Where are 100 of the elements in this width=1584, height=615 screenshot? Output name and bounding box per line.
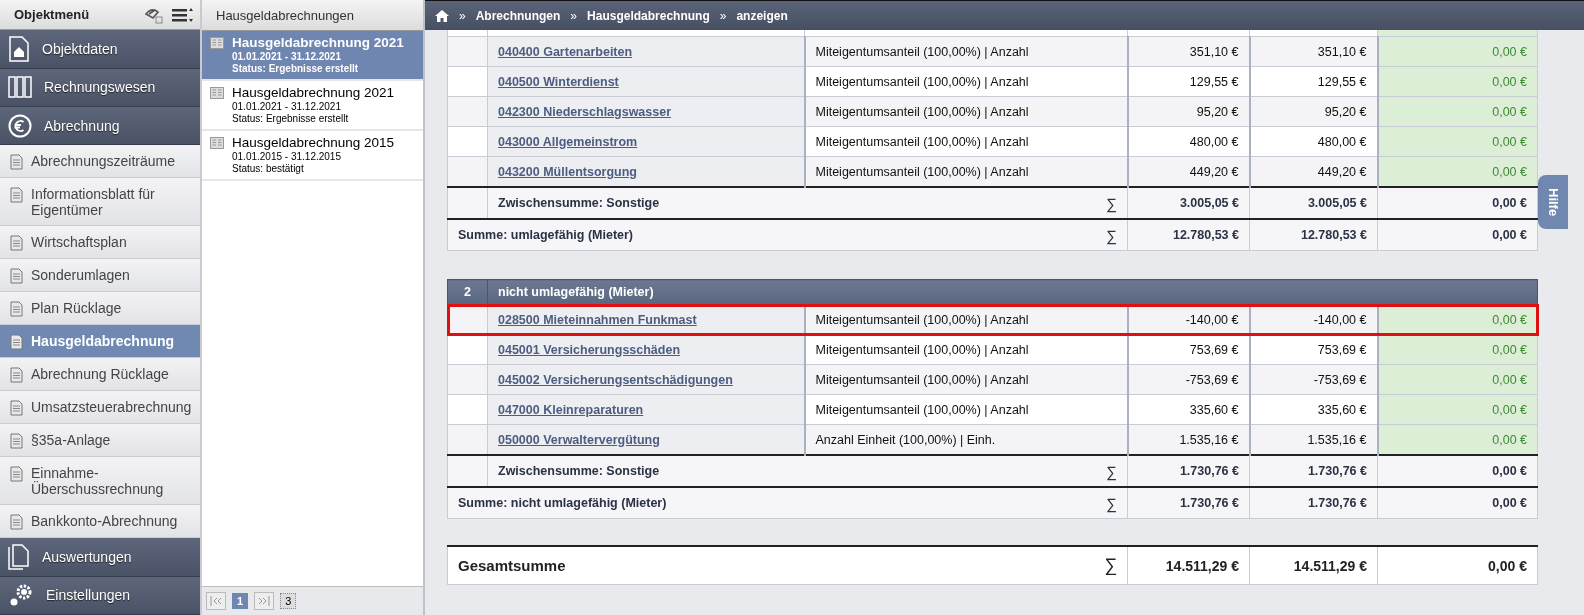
help-tab[interactable]: Hilfe xyxy=(1538,175,1568,229)
item-status: Status: Ergebnisse erstellt xyxy=(232,63,360,75)
sidebar-section[interactable]: Objektdaten xyxy=(0,30,200,69)
sum-symbol: ∑ xyxy=(1106,194,1117,212)
sidebar-item[interactable]: Abrechnung Rücklage xyxy=(0,358,200,392)
table-cell: 3.005,05 € xyxy=(1127,187,1250,219)
item-period: 01.01.2021 - 31.12.2021 xyxy=(232,101,342,113)
table-cell: 0,00 € xyxy=(1377,364,1538,395)
grand-total-label: Gesamtsumme xyxy=(458,557,566,574)
sidebar-item[interactable]: Plan Rücklage xyxy=(0,292,200,326)
sum-symbol: ∑ xyxy=(1104,555,1117,576)
item-status: Status: Ergebnisse erstellt xyxy=(232,113,350,125)
section-label: Einstellungen xyxy=(46,587,131,604)
list-item[interactable]: Hausgeldabrechnung 2021 01.01.2021 - 31.12.2021 Status: Ergebnisse erstellt xyxy=(202,31,423,81)
table-cell: -140,00 € xyxy=(1127,304,1250,335)
list-item[interactable]: Hausgeldabrechnung 2015 01.01.2015 - 31.12.2015 Status: bestätigt xyxy=(202,131,423,181)
breadcrumb-link[interactable]: Hausgeldabrechnung xyxy=(587,8,710,23)
breadcrumb-separator: » xyxy=(570,8,578,23)
house-icon xyxy=(8,36,30,63)
document-icon xyxy=(10,433,23,450)
table-cell: 1.730,76 € xyxy=(1249,455,1378,487)
table-cell: 0,00 € xyxy=(1377,455,1538,487)
sidebar-item[interactable]: Sonderumlagen xyxy=(0,259,200,293)
table-cell: 14.511,29 € xyxy=(1249,546,1378,585)
sidebar-item[interactable]: Umsatzsteuerabrechnung xyxy=(0,391,200,425)
document-icon xyxy=(10,268,23,285)
table-cell: 335,60 € xyxy=(1249,394,1378,425)
item-period: 01.01.2015 - 31.12.2015 xyxy=(232,151,342,163)
list-item[interactable]: Hausgeldabrechnung 2021 01.01.2021 - 31.12.2021 Status: Ergebnisse erstellt xyxy=(202,81,423,131)
sidebar-item[interactable]: §35a-Anlage xyxy=(0,424,200,458)
item-label: Plan Rücklage xyxy=(31,300,122,317)
table-cell: 0,00 € xyxy=(1377,126,1538,157)
breadcrumb-separator: » xyxy=(719,8,727,23)
table-cell: 3.005,05 € xyxy=(1249,187,1378,219)
table-cell: 12.780,53 € xyxy=(1127,219,1250,251)
document-icon xyxy=(10,154,23,171)
table-cell: Miteigentumsanteil (100,00%) | Anzahl xyxy=(804,334,1128,365)
euro-icon xyxy=(8,113,32,138)
breadcrumb-link[interactable]: anzeigen xyxy=(736,8,788,23)
sidebar-item[interactable]: Bankkonto-Abrechnung xyxy=(0,505,200,539)
section-label: Abrechnung xyxy=(44,117,120,134)
item-title: Hausgeldabrechnung 2021 xyxy=(232,35,404,51)
document-icon xyxy=(10,334,23,351)
group-title: nicht umlagefähig (Mieter) xyxy=(498,285,654,299)
document-icon xyxy=(210,37,224,49)
breadcrumb-separator: » xyxy=(459,8,466,23)
document-icon xyxy=(10,466,23,483)
menu-icon[interactable] xyxy=(172,6,194,23)
document-icon xyxy=(10,514,23,531)
sidebar-section[interactable]: Einstellungen xyxy=(0,576,200,615)
sidebar-section[interactable]: Rechnungswesen xyxy=(0,68,200,108)
sidebar-title: Objektmenü xyxy=(14,7,91,23)
table-cell: 0,00 € xyxy=(1377,304,1538,335)
sidebar-item[interactable]: Abrechnungszeiträume xyxy=(0,145,200,179)
sidebar-item[interactable]: Informationsblatt für Eigentümer xyxy=(0,178,200,227)
subtotal-label: Zwischensumme: Sonstige xyxy=(498,464,660,478)
table-cell: 753,69 € xyxy=(1249,334,1378,365)
table-cell: 1.730,76 € xyxy=(1249,487,1378,519)
subtotal-label: Zwischensumme: Sonstige xyxy=(498,196,660,210)
table-cell: 0,00 € xyxy=(1377,394,1538,425)
item-period: 01.01.2021 - 31.12.2021 xyxy=(232,51,342,63)
item-label: Abrechnung Rücklage xyxy=(31,366,169,383)
table-cell: 0,00 € xyxy=(1377,187,1538,219)
table-cell: 129,55 € xyxy=(1127,66,1250,97)
documents-icon xyxy=(8,544,30,571)
item-title: Hausgeldabrechnung 2021 xyxy=(232,85,395,101)
document-icon xyxy=(10,400,23,417)
table-cell: 753,69 € xyxy=(1127,334,1250,365)
table-cell: 1.730,76 € xyxy=(1127,487,1250,519)
table-cell: -140,00 € xyxy=(1249,304,1378,335)
gears-icon xyxy=(8,583,34,608)
table-cell: 95,20 € xyxy=(1249,96,1378,127)
document-icon xyxy=(10,235,23,252)
sidebar-item[interactable]: Wirtschaftsplan xyxy=(0,226,200,260)
table-cell: Miteigentumsanteil (100,00%) | Anzahl xyxy=(804,126,1128,157)
document-icon xyxy=(10,301,23,318)
sidebar-section[interactable]: Auswertungen xyxy=(0,538,200,577)
table-cell: 0,00 € xyxy=(1377,219,1538,251)
document-icon xyxy=(10,187,23,204)
breadcrumb-link[interactable]: Abrechnungen xyxy=(475,8,561,23)
section-label: Objektdaten xyxy=(42,41,118,58)
current-page[interactable]: 1 xyxy=(232,593,249,609)
table-cell: -753,69 € xyxy=(1249,364,1378,395)
table-cell: 14.511,29 € xyxy=(1127,546,1250,585)
table-cell: 0,00 € xyxy=(1377,66,1538,97)
table-cell: 351,10 € xyxy=(1127,36,1250,67)
table-cell: 0,00 € xyxy=(1377,96,1538,127)
home-icon[interactable] xyxy=(435,9,449,22)
binders-icon xyxy=(8,76,32,99)
item-label: Abrechnungszeiträume xyxy=(31,153,175,170)
item-label: Sonderumlagen xyxy=(31,267,130,284)
sidebar-item[interactable]: Einnahme-Überschussrechnung xyxy=(0,457,200,506)
account-link[interactable]: 040500 Winterdienst xyxy=(498,74,619,89)
table-cell: Miteigentumsanteil (100,00%) | Anzahl xyxy=(804,66,1128,97)
item-label: Bankkonto-Abrechnung xyxy=(31,513,178,530)
sidebar-item[interactable]: Hausgeldabrechnung xyxy=(0,325,200,359)
item-label: Informationsblatt für Eigentümer xyxy=(31,186,156,219)
table-cell: 95,20 € xyxy=(1127,96,1250,127)
section-label: Auswertungen xyxy=(42,549,132,566)
sidebar-section[interactable]: Abrechnung xyxy=(0,107,200,146)
